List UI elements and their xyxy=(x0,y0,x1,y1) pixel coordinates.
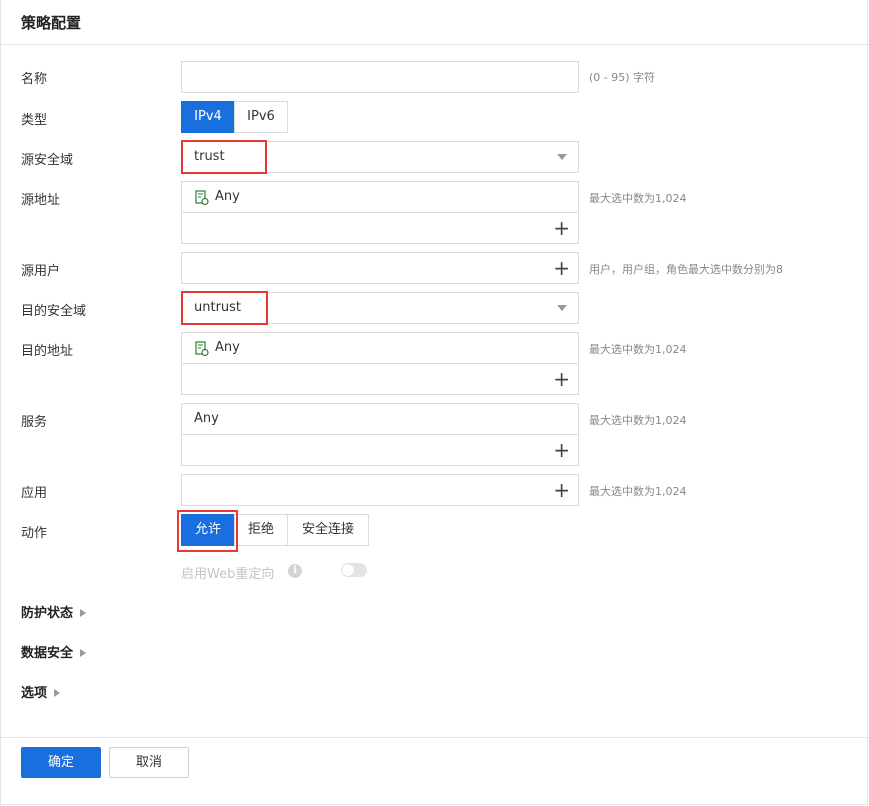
action-label: 动作 xyxy=(21,526,48,541)
footer-divider xyxy=(0,737,869,738)
address-object-icon xyxy=(195,341,209,357)
section-protection-status[interactable]: 防护状态 xyxy=(21,602,87,621)
src-user-field[interactable]: + xyxy=(181,252,579,284)
src-zone-value: trust xyxy=(194,149,225,164)
dst-addr-hint: 最大选中数为1,024 xyxy=(589,343,687,356)
dst-zone-select[interactable]: untrust xyxy=(181,292,579,324)
service-hint: 最大选中数为1,024 xyxy=(589,414,687,427)
dst-addr-item: Any xyxy=(215,340,240,355)
divider xyxy=(182,212,578,213)
add-src-user-icon[interactable]: + xyxy=(553,258,570,278)
dst-zone-value: untrust xyxy=(194,300,242,315)
chevron-down-icon xyxy=(557,305,567,311)
src-user-hint: 用户，用户组，角色最大选中数分别为8 xyxy=(589,263,783,276)
app-field[interactable]: + xyxy=(181,474,579,506)
type-ipv6-button[interactable]: IPv6 xyxy=(234,101,288,133)
src-addr-hint: 最大选中数为1,024 xyxy=(589,192,687,205)
src-zone-label: 源安全域 xyxy=(21,153,74,168)
service-item: Any xyxy=(194,411,219,426)
app-label: 应用 xyxy=(21,486,48,501)
divider xyxy=(182,434,578,435)
add-dst-addr-icon[interactable]: + xyxy=(553,369,570,389)
name-input[interactable] xyxy=(181,61,579,93)
dst-addr-label: 目的地址 xyxy=(21,344,74,359)
name-label: 名称 xyxy=(21,72,48,87)
service-label: 服务 xyxy=(21,415,48,430)
dst-addr-field[interactable]: Any + xyxy=(181,332,579,395)
action-deny-button[interactable]: 拒绝 xyxy=(234,514,288,546)
caret-right-icon xyxy=(80,608,87,617)
type-label: 类型 xyxy=(21,113,48,128)
address-object-icon xyxy=(195,190,209,206)
chevron-down-icon xyxy=(557,154,567,160)
add-src-addr-icon[interactable]: + xyxy=(553,218,570,238)
web-redirect-label: 启用Web重定向 xyxy=(181,567,275,582)
section-options[interactable]: 选项 xyxy=(21,682,61,701)
info-icon[interactable]: i xyxy=(288,564,302,578)
src-zone-select[interactable]: trust xyxy=(181,141,579,173)
web-redirect-toggle[interactable] xyxy=(341,563,367,577)
caret-right-icon xyxy=(80,648,87,657)
add-service-icon[interactable]: + xyxy=(553,440,570,460)
name-hint: (0 - 95) 字符 xyxy=(589,71,656,84)
dst-zone-label: 目的安全域 xyxy=(21,304,87,319)
service-field[interactable]: Any + xyxy=(181,403,579,466)
src-addr-label: 源地址 xyxy=(21,193,61,208)
dialog-header: 策略配置 xyxy=(0,0,869,45)
app-hint: 最大选中数为1,024 xyxy=(589,485,687,498)
action-secure-connect-button[interactable]: 安全连接 xyxy=(287,514,369,546)
add-app-icon[interactable]: + xyxy=(553,480,570,500)
src-addr-item: Any xyxy=(215,189,240,204)
src-user-label: 源用户 xyxy=(21,264,61,279)
confirm-button[interactable]: 确定 xyxy=(21,747,101,778)
page-title: 策略配置 xyxy=(21,14,82,32)
action-allow-button[interactable]: 允许 xyxy=(181,514,235,546)
src-addr-field[interactable]: Any + xyxy=(181,181,579,244)
section-data-security[interactable]: 数据安全 xyxy=(21,642,87,661)
type-ipv4-button[interactable]: IPv4 xyxy=(181,101,235,133)
divider xyxy=(182,363,578,364)
cancel-button[interactable]: 取消 xyxy=(109,747,189,778)
section-options-title: 选项 xyxy=(21,686,48,701)
section-data-security-title: 数据安全 xyxy=(21,646,74,661)
toggle-knob xyxy=(342,564,354,576)
caret-right-icon xyxy=(54,688,61,697)
section-protection-title: 防护状态 xyxy=(21,606,74,621)
